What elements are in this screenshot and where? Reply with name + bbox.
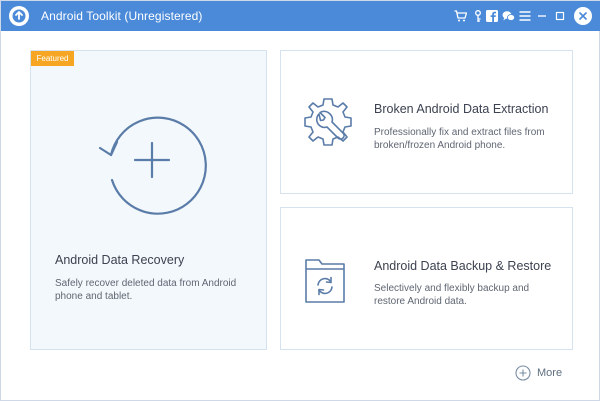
facebook-icon[interactable] xyxy=(484,8,500,24)
card-title: Android Data Backup & Restore xyxy=(374,259,552,273)
card-description-line: phone and tablet. xyxy=(55,291,133,302)
card-title: Broken Android Data Extraction xyxy=(374,102,549,116)
menu-icon[interactable] xyxy=(517,8,533,24)
card-description-line: restore Android data. xyxy=(374,296,467,307)
title-bar[interactable]: Android Toolkit (Unregistered) xyxy=(1,1,600,31)
window-title: Android Toolkit (Unregistered) xyxy=(41,9,203,23)
more-label: More xyxy=(537,367,563,379)
minimize-icon[interactable] xyxy=(534,8,550,24)
folder-sync-icon xyxy=(305,259,345,303)
more-button[interactable]: More xyxy=(515,364,562,382)
cart-icon[interactable] xyxy=(452,8,468,24)
card-description-line: broken/frozen Android phone. xyxy=(374,140,506,151)
android-data-recovery-card[interactable]: Featured Android Data Recovery Safely re… xyxy=(30,50,267,350)
close-button[interactable] xyxy=(574,7,592,25)
card-description-line: Selectively and flexibly backup and xyxy=(374,283,530,294)
featured-badge: Featured xyxy=(31,51,74,66)
android-data-backup-restore-card[interactable]: Android Data Backup & Restore Selectivel… xyxy=(280,207,573,350)
plus-circle-icon xyxy=(515,365,531,381)
card-description-line: Safely recover deleted data from Android xyxy=(55,278,237,289)
chat-icon[interactable] xyxy=(500,8,516,24)
card-description-line: Professionally fix and extract files fro… xyxy=(374,127,545,138)
broken-android-data-extraction-card[interactable]: Broken Android Data Extraction Professio… xyxy=(280,50,573,194)
app-logo-icon xyxy=(9,6,29,26)
card-title: Android Data Recovery xyxy=(55,253,185,267)
recovery-circle-plus-icon xyxy=(98,116,207,215)
maximize-icon[interactable] xyxy=(552,8,568,24)
app-window: Android Toolkit (Unregistered) Featured … xyxy=(0,0,600,401)
gear-wrench-icon xyxy=(304,98,352,146)
close-icon xyxy=(579,12,587,20)
